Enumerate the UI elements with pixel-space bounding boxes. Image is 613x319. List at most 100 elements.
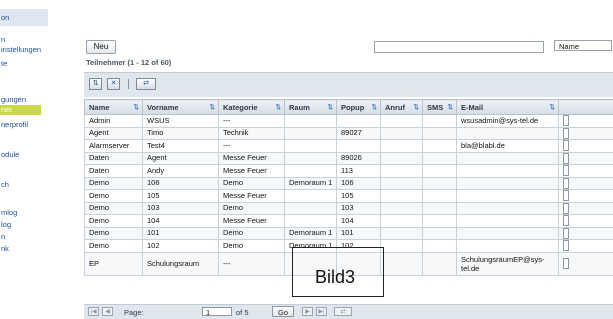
- table-row[interactable]: AdminWSUS---wsusadmin@sys-tel.de: [85, 115, 613, 128]
- first-page-icon[interactable]: |◀: [88, 307, 99, 316]
- table-row[interactable]: DatenAgentMesse Feuer89026: [85, 152, 613, 165]
- table-cell: [423, 252, 457, 275]
- column-header-sms[interactable]: SMS⇅: [423, 100, 457, 115]
- row-action-cell[interactable]: [559, 140, 613, 153]
- sidebar-item-0[interactable]: on: [0, 13, 9, 23]
- table-cell: [285, 127, 337, 140]
- sidebar-item-7[interactable]: odule: [0, 150, 19, 160]
- table-row[interactable]: AgentTimoTechnik89027: [85, 127, 613, 140]
- sort-arrow-icon: ⇅: [328, 103, 333, 111]
- edit-icon[interactable]: [563, 203, 569, 214]
- table-row[interactable]: DatenAndyMesse Feuer113: [85, 165, 613, 178]
- sidebar-item-10[interactable]: log: [0, 220, 11, 230]
- sort-arrow-icon: ⇅: [414, 103, 419, 111]
- column-header-name[interactable]: Name⇅: [85, 100, 143, 115]
- row-action-cell[interactable]: [559, 240, 613, 253]
- row-action-cell[interactable]: [559, 127, 613, 140]
- sidebar-item-2[interactable]: instellungen: [0, 45, 41, 55]
- go-button[interactable]: Go: [272, 306, 294, 317]
- table-cell: [457, 215, 559, 228]
- row-action-cell[interactable]: [559, 165, 613, 178]
- table-cell: [423, 115, 457, 128]
- edit-icon[interactable]: [563, 258, 569, 269]
- edit-icon[interactable]: [563, 228, 569, 239]
- table-cell: Daten: [85, 152, 143, 165]
- table-cell: Demo: [219, 240, 285, 253]
- edit-icon[interactable]: [563, 165, 569, 176]
- sort-arrow-icon: ⇅: [448, 103, 453, 111]
- table-cell: [285, 115, 337, 128]
- row-action-cell[interactable]: [559, 115, 613, 128]
- table-cell: [423, 190, 457, 203]
- row-action-cell[interactable]: [559, 190, 613, 203]
- edit-icon[interactable]: [563, 240, 569, 251]
- sidebar-item-8[interactable]: ch: [0, 180, 9, 190]
- table-cell: Daten: [85, 165, 143, 178]
- table-cell: [337, 115, 381, 128]
- column-header-anruf[interactable]: Anruf⇅: [381, 100, 423, 115]
- table-cell: 89027: [337, 127, 381, 140]
- export-icon[interactable]: ⇄: [136, 78, 156, 90]
- delete-icon[interactable]: ✕: [107, 78, 120, 90]
- table-row[interactable]: Demo105Messe Feuer105: [85, 190, 613, 203]
- edit-icon[interactable]: [563, 115, 569, 126]
- page-count: of 5: [236, 308, 249, 317]
- table-cell: [423, 165, 457, 178]
- table-cell: [381, 202, 423, 215]
- new-button[interactable]: Neu: [86, 40, 116, 54]
- edit-icon[interactable]: [563, 215, 569, 226]
- row-action-cell[interactable]: [559, 252, 613, 275]
- table-cell: Messe Feuer: [219, 190, 285, 203]
- table-cell: Timo: [143, 127, 219, 140]
- sidebar-item-11[interactable]: n: [0, 232, 5, 242]
- table-cell: Demo: [85, 202, 143, 215]
- row-action-cell[interactable]: [559, 215, 613, 228]
- table-row[interactable]: Demo106DemoDemoraum 1106: [85, 177, 613, 190]
- table-cell: Alarmserver: [85, 140, 143, 153]
- sidebar-item-4[interactable]: gungen: [0, 95, 26, 105]
- edit-icon[interactable]: [563, 140, 569, 151]
- table-cell: Demo: [219, 227, 285, 240]
- column-header-email[interactable]: E-Mail⇅: [457, 100, 559, 115]
- prev-page-icon[interactable]: ◀: [102, 307, 113, 316]
- table-cell: [381, 190, 423, 203]
- row-action-cell[interactable]: [559, 202, 613, 215]
- sidebar-item-teilnehmer[interactable]: ner: [0, 105, 41, 115]
- table-cell: [457, 165, 559, 178]
- column-header-kategorie[interactable]: Kategorie⇅: [219, 100, 285, 115]
- table-cell: Demo: [219, 202, 285, 215]
- table-row[interactable]: AlarmserverTest4---bla@blabl.de: [85, 140, 613, 153]
- table-cell: Demo: [219, 177, 285, 190]
- last-page-icon[interactable]: ▶|: [316, 307, 327, 316]
- search-input[interactable]: [374, 41, 544, 53]
- row-action-cell[interactable]: [559, 152, 613, 165]
- sidebar-item-3[interactable]: te: [0, 59, 7, 69]
- edit-icon[interactable]: [563, 128, 569, 139]
- table-cell: [337, 140, 381, 153]
- sort-icon[interactable]: ⇅: [89, 78, 102, 90]
- column-header-raum[interactable]: Raum⇅: [285, 100, 337, 115]
- row-action-cell[interactable]: [559, 177, 613, 190]
- edit-icon[interactable]: [563, 178, 569, 189]
- table-row[interactable]: Demo104Messe Feuer104: [85, 215, 613, 228]
- table-cell: bla@blabl.de: [457, 140, 559, 153]
- row-action-cell[interactable]: [559, 227, 613, 240]
- next-page-icon[interactable]: ▶: [302, 307, 313, 316]
- table-row[interactable]: Demo101DemoDemoraum 1101: [85, 227, 613, 240]
- table-row[interactable]: Demo103Demo103: [85, 202, 613, 215]
- column-header-popup[interactable]: Popup⇅: [337, 100, 381, 115]
- column-header-actions: [559, 100, 613, 115]
- sidebar-item-9[interactable]: mlog: [0, 208, 17, 218]
- sidebar-item-12[interactable]: nk: [0, 244, 9, 254]
- search-field-select[interactable]: Name: [554, 40, 612, 51]
- edit-icon[interactable]: [563, 153, 569, 164]
- sidebar-item-6[interactable]: nerprofil: [0, 120, 28, 130]
- table-cell: [381, 177, 423, 190]
- sidebar-item-1[interactable]: n: [0, 35, 5, 45]
- table-cell: [285, 190, 337, 203]
- column-header-vorname[interactable]: Vorname⇅: [143, 100, 219, 115]
- page-number-input[interactable]: 1: [202, 307, 232, 316]
- table-cell: [285, 202, 337, 215]
- edit-icon[interactable]: [563, 190, 569, 201]
- export-page-icon[interactable]: ⇄: [334, 307, 352, 316]
